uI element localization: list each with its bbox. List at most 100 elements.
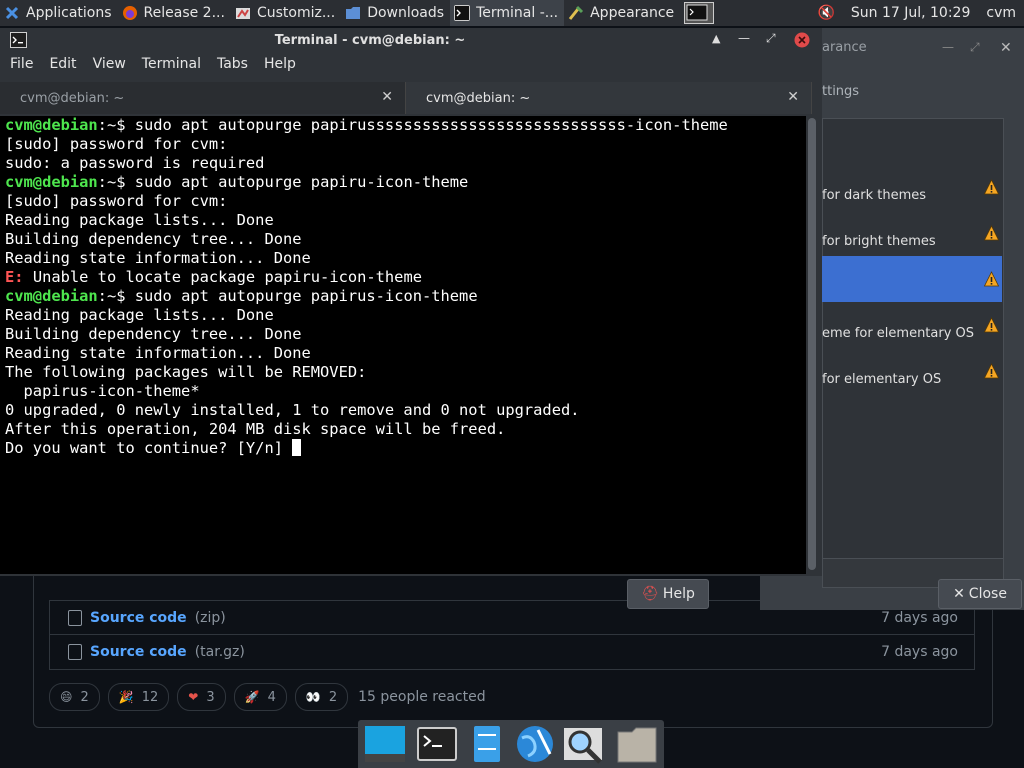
- reactions-bar: 😄 2 🎉 12 ❤ 3 🚀 4 👀 2 15 people reacted: [49, 683, 486, 711]
- terminal-line: E: Unable to locate package papiru-icon-…: [5, 268, 422, 286]
- terminal-scrollbar[interactable]: [808, 118, 816, 570]
- reaction-heart[interactable]: ❤ 3: [177, 683, 226, 711]
- menu-file[interactable]: File: [10, 56, 33, 78]
- list-item-label: for dark themes: [822, 187, 926, 203]
- asset-ext: (zip): [194, 610, 226, 626]
- terminal-titlebar[interactable]: Terminal - cvm@debian: ~ ▲ — ⤢: [0, 28, 822, 54]
- taskbar-item-customize[interactable]: Customiz...: [231, 0, 341, 26]
- terminal-screen[interactable]: cvm@debian:~$ sudo apt autopurge papirus…: [0, 116, 806, 574]
- prompt-path: :~$: [97, 116, 135, 134]
- terminal-icon: [684, 2, 715, 24]
- terminal-icon[interactable]: [416, 724, 458, 764]
- user-menu[interactable]: cvm: [978, 5, 1024, 21]
- close-icon[interactable]: [794, 32, 810, 48]
- taskbar-item-terminal[interactable]: Terminal -...: [450, 0, 565, 26]
- close-button-label: Close: [968, 586, 1007, 602]
- line-text: [sudo] password for cvm:: [5, 192, 228, 210]
- taskbar-label: Terminal -...: [476, 5, 559, 21]
- terminal-line: Reading state information... Done: [5, 344, 311, 362]
- line-text: sudo: a password is required: [5, 154, 265, 172]
- terminal-line: 0 upgraded, 0 newly installed, 1 to remo…: [5, 401, 580, 419]
- rocket-icon: 🚀: [244, 690, 260, 704]
- appearance-title: arance: [822, 40, 867, 55]
- reaction-tada[interactable]: 🎉 12: [107, 683, 170, 711]
- workspace-switcher[interactable]: [680, 0, 718, 26]
- home-folder-icon[interactable]: [616, 724, 658, 764]
- line-text: Reading state information... Done: [5, 249, 311, 267]
- close-button[interactable]: ✕ Close: [938, 579, 1022, 609]
- firefox-icon: [122, 6, 137, 20]
- list-item[interactable]: eme for elementary OS: [822, 310, 1002, 356]
- terminal-title: Terminal - cvm@debian: ~: [274, 33, 466, 48]
- applications-menu[interactable]: Applications: [0, 0, 118, 26]
- line-text: sudo apt autopurge papiru-icon-theme: [134, 173, 469, 191]
- eyes-icon: 👀: [305, 690, 321, 704]
- line-text: After this operation, 204 MB disk space …: [5, 420, 506, 438]
- maximize-icon[interactable]: ⤢: [766, 31, 776, 46]
- prompt-path: :~$: [97, 287, 135, 305]
- minimize-icon[interactable]: —: [942, 40, 954, 54]
- clock[interactable]: Sun 17 Jul, 10:29: [843, 5, 979, 21]
- prompt-user: cvm@debian: [5, 173, 98, 191]
- close-icon[interactable]: ✕: [1000, 40, 1012, 56]
- line-text: Building dependency tree... Done: [5, 230, 302, 248]
- taskbar-item-firefox[interactable]: Release 2...: [118, 0, 231, 26]
- asset-row-targz[interactable]: Source code (tar.gz) 7 days ago: [49, 634, 975, 670]
- menu-terminal[interactable]: Terminal: [142, 56, 201, 78]
- line-text: sudo apt autopurge papirusssssssssssssss…: [134, 116, 728, 134]
- reaction-rocket[interactable]: 🚀 4: [233, 683, 287, 711]
- menu-tabs[interactable]: Tabs: [217, 56, 248, 78]
- tab-close-icon[interactable]: ✕: [381, 89, 393, 105]
- taskbar-item-downloads[interactable]: Downloads: [341, 0, 450, 26]
- file-zip-icon: [68, 644, 82, 660]
- maximize-icon[interactable]: ⤢: [970, 40, 980, 55]
- line-text: Do you want to continue? [Y/n]: [5, 439, 293, 457]
- help-button[interactable]: ⛑ Help: [627, 579, 709, 609]
- tab-settings[interactable]: ttings: [822, 84, 859, 99]
- terminal-line: Reading state information... Done: [5, 249, 311, 267]
- asset-name[interactable]: Source code: [90, 644, 187, 660]
- file-zip-icon: [68, 610, 82, 626]
- reaction-smile[interactable]: 😄 2: [49, 683, 100, 711]
- terminal-menubar: File Edit View Terminal Tabs Help: [0, 56, 302, 78]
- reacted-text: 15 people reacted: [358, 689, 486, 705]
- taskbar-label: Release 2...: [143, 5, 225, 21]
- menu-view[interactable]: View: [93, 56, 126, 78]
- error-prefix: E:: [5, 268, 24, 286]
- close-icon: ✕: [953, 586, 965, 602]
- tab-close-icon[interactable]: ✕: [787, 89, 799, 105]
- terminal-line: cvm@debian:~$ sudo apt autopurge papirus…: [5, 116, 728, 134]
- minimize-icon[interactable]: —: [738, 31, 750, 45]
- terminal-tab-1[interactable]: cvm@debian: ~ ✕: [0, 82, 406, 114]
- taskbar-item-appearance[interactable]: Appearance: [564, 0, 680, 26]
- taskbar-label: Appearance: [590, 5, 675, 21]
- asset-name[interactable]: Source code: [90, 610, 187, 626]
- volume-muted-icon[interactable]: 🔇: [809, 5, 842, 21]
- web-browser-icon[interactable]: [514, 724, 556, 764]
- heart-icon: ❤: [188, 690, 199, 704]
- app-finder-icon[interactable]: [562, 724, 604, 764]
- tab-label: cvm@debian: ~: [426, 90, 531, 106]
- reaction-count: 2: [328, 689, 338, 705]
- list-item-selected[interactable]: [822, 256, 1002, 302]
- menu-edit[interactable]: Edit: [49, 56, 76, 78]
- line-text: Reading package lists... Done: [5, 306, 274, 324]
- list-item[interactable]: for elementary OS: [822, 356, 1002, 402]
- prompt-user: cvm@debian: [5, 116, 98, 134]
- terminal-tab-2[interactable]: cvm@debian: ~ ✕: [406, 82, 812, 114]
- line-text: Reading package lists... Done: [5, 211, 274, 229]
- reaction-count: 12: [141, 689, 159, 705]
- show-desktop-icon[interactable]: [364, 724, 406, 764]
- terminal-line: Reading package lists... Done: [5, 306, 274, 324]
- reaction-count: 2: [80, 689, 89, 705]
- file-manager-icon[interactable]: [466, 724, 508, 764]
- list-item-label: for elementary OS: [822, 371, 942, 387]
- line-text: [sudo] password for cvm:: [5, 135, 228, 153]
- top-panel: Applications Release 2... Customiz... Do…: [0, 0, 1024, 26]
- warning-icon: [983, 363, 1000, 379]
- reaction-count: 3: [206, 689, 215, 705]
- menu-help[interactable]: Help: [264, 56, 296, 78]
- list-item[interactable]: for dark themes: [822, 172, 1002, 218]
- shade-icon[interactable]: ▲: [712, 32, 720, 45]
- reaction-eyes[interactable]: 👀 2: [294, 683, 349, 711]
